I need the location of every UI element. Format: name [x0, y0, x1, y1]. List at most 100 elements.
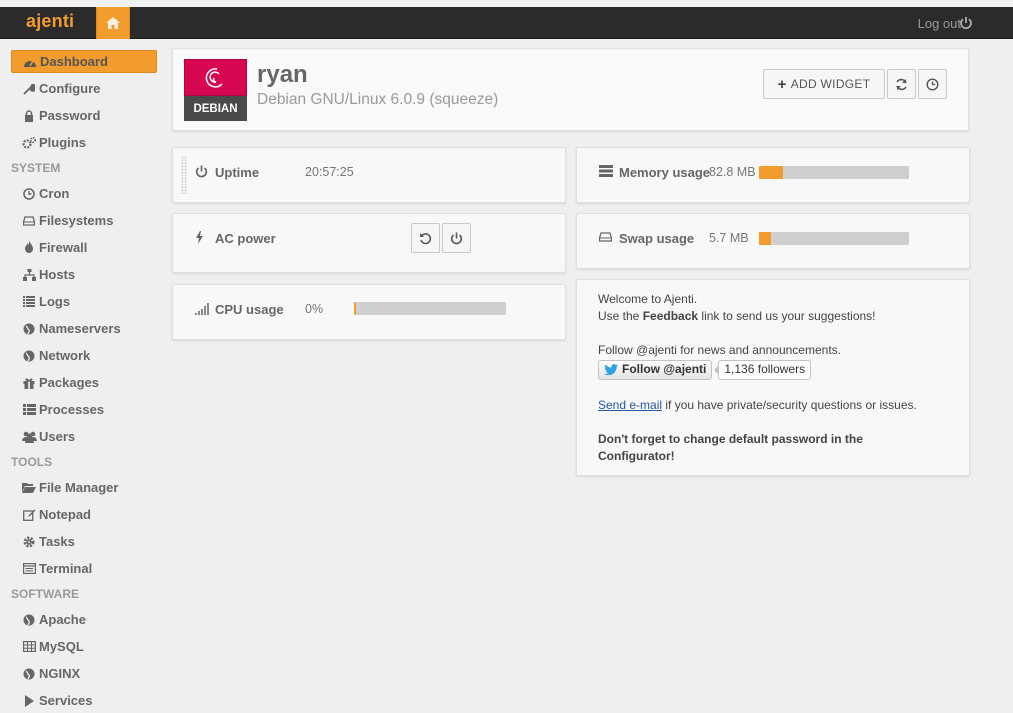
power-icon [450, 232, 463, 244]
shutdown-button[interactable] [442, 223, 471, 253]
group-icon [21, 430, 37, 444]
sidebar-item-hosts[interactable]: Hosts [11, 263, 157, 286]
sidebar-item-terminal[interactable]: Terminal [11, 557, 157, 580]
sidebar-item-configure[interactable]: Configure [11, 77, 157, 100]
uptime-widget: Uptime 20:57:25 [172, 147, 566, 203]
feedback-pre: Use the [598, 309, 643, 323]
sidebar-item-tasks[interactable]: Tasks [11, 530, 157, 553]
sidebar-item-label: Users [39, 429, 76, 444]
sidebar-item-label: Tasks [39, 534, 75, 549]
wrench-icon [21, 82, 37, 96]
home-icon [106, 17, 120, 29]
follow-line: Follow @ajenti for news and announcement… [598, 343, 841, 357]
sidebar-item-nameservers[interactable]: Nameservers [11, 317, 157, 340]
globe-icon [21, 613, 37, 627]
th-list-icon [21, 403, 37, 417]
sidebar-item-network[interactable]: Network [11, 344, 157, 367]
feedback-line: Use the Feedback link to send us your su… [598, 308, 958, 325]
distro-logo: DEBIAN [184, 59, 247, 121]
twitter-follow-row: Follow @ajenti 1,136 followers [598, 359, 958, 380]
sidebar-item-services[interactable]: Services [11, 689, 157, 712]
sidebar-item-cron[interactable]: Cron [11, 182, 157, 205]
sidebar-item-firewall[interactable]: Firewall [11, 236, 157, 259]
lock-icon [21, 109, 37, 123]
sidebar-item-label: Hosts [39, 267, 76, 282]
sidebar-item-filesystems[interactable]: Filesystems [11, 209, 157, 232]
sidebar-item-label: Logs [39, 294, 71, 309]
home-button[interactable] [96, 7, 130, 39]
add-widget-button[interactable]: + ADD WIDGET [763, 69, 885, 99]
sidebar-item-label: Terminal [39, 561, 93, 576]
sidebar: Dashboard Configure Password Plugins SYS… [0, 40, 165, 713]
feedback-post: link to send us your suggestions! [698, 309, 876, 323]
sidebar-item-label: Network [39, 348, 91, 363]
history-button[interactable] [918, 69, 947, 99]
memory-progress-fill [759, 166, 783, 179]
refresh-icon [896, 78, 907, 90]
sidebar-item-notepad[interactable]: Notepad [11, 503, 157, 526]
twitter-follow-button[interactable]: Follow @ajenti [598, 359, 713, 380]
sidebar-item-label: Services [39, 693, 93, 708]
bolt-icon [196, 231, 203, 244]
sidebar-item-label: Nameservers [39, 321, 121, 336]
edit-icon [21, 508, 37, 522]
add-widget-label: ADD WIDGET [790, 77, 871, 91]
email-line: Send e-mail if you have private/security… [598, 397, 958, 414]
gift-icon [21, 376, 37, 390]
swap-label: Swap usage [619, 231, 695, 246]
sidebar-section-system: SYSTEM [11, 161, 61, 175]
top-navbar: ajenti Log out [0, 7, 1013, 39]
welcome-text: Welcome to Ajenti. Use the Feedback link… [598, 291, 958, 465]
sidebar-item-nginx[interactable]: NGINX [11, 662, 157, 685]
power-icon[interactable] [959, 16, 973, 30]
sidebar-item-packages[interactable]: Packages [11, 371, 157, 394]
host-header: DEBIAN ryan Debian GNU/Linux 6.0.9 (sque… [172, 48, 969, 131]
sidebar-section-tools: TOOLS [11, 455, 53, 469]
sidebar-item-label: Notepad [39, 507, 91, 522]
sidebar-item-apache[interactable]: Apache [11, 608, 157, 631]
sidebar-item-plugins[interactable]: Plugins [11, 131, 157, 154]
globe-icon [21, 322, 37, 336]
clock-icon [21, 187, 37, 201]
memory-value: 82.8 MB [709, 165, 756, 179]
memory-widget: Memory usage 82.8 MB [576, 147, 970, 203]
sidebar-item-users[interactable]: Users [11, 425, 157, 448]
cpu-progress-fill [354, 302, 356, 315]
os-version: Debian GNU/Linux 6.0.9 (squeeze) [257, 91, 499, 108]
sidebar-item-label: Packages [39, 375, 99, 390]
email-post: if you have private/security questions o… [662, 398, 917, 412]
refresh-button[interactable] [887, 69, 916, 99]
swap-progress-fill [759, 232, 771, 245]
drag-handle[interactable] [181, 156, 187, 194]
sidebar-item-label: Configure [39, 81, 101, 96]
sidebar-item-processes[interactable]: Processes [11, 398, 157, 421]
sidebar-item-mysql[interactable]: MySQL [11, 635, 157, 658]
sidebar-item-file-manager[interactable]: File Manager [11, 476, 157, 499]
folder-open-icon [21, 481, 37, 495]
send-email-link[interactable]: Send e-mail [598, 398, 662, 412]
swap-value: 5.7 MB [709, 231, 749, 245]
sidebar-item-logs[interactable]: Logs [11, 290, 157, 313]
swap-widget: Swap usage 5.7 MB [576, 213, 970, 269]
sitemap-icon [21, 268, 37, 282]
table-icon [21, 640, 37, 654]
sidebar-item-dashboard[interactable]: Dashboard [11, 50, 157, 73]
hdd-icon [599, 232, 612, 242]
reboot-button[interactable] [411, 223, 440, 253]
window-top-strip [0, 0, 1013, 7]
brand-logo[interactable]: ajenti [26, 11, 74, 32]
sidebar-item-password[interactable]: Password [11, 104, 157, 127]
server-icon [599, 165, 613, 177]
sidebar-item-label: Filesystems [39, 213, 114, 228]
sidebar-item-label: NGINX [39, 666, 81, 681]
logout-link[interactable]: Log out [918, 16, 961, 31]
sidebar-item-label: Password [39, 108, 101, 123]
hostname: ryan [257, 61, 308, 88]
sidebar-item-label: Dashboard [40, 54, 108, 69]
distro-badge: DEBIAN [184, 96, 247, 121]
plus-icon: + [777, 75, 787, 93]
power-icon [195, 165, 208, 178]
twitter-followers-count[interactable]: 1,136 followers [714, 359, 812, 380]
